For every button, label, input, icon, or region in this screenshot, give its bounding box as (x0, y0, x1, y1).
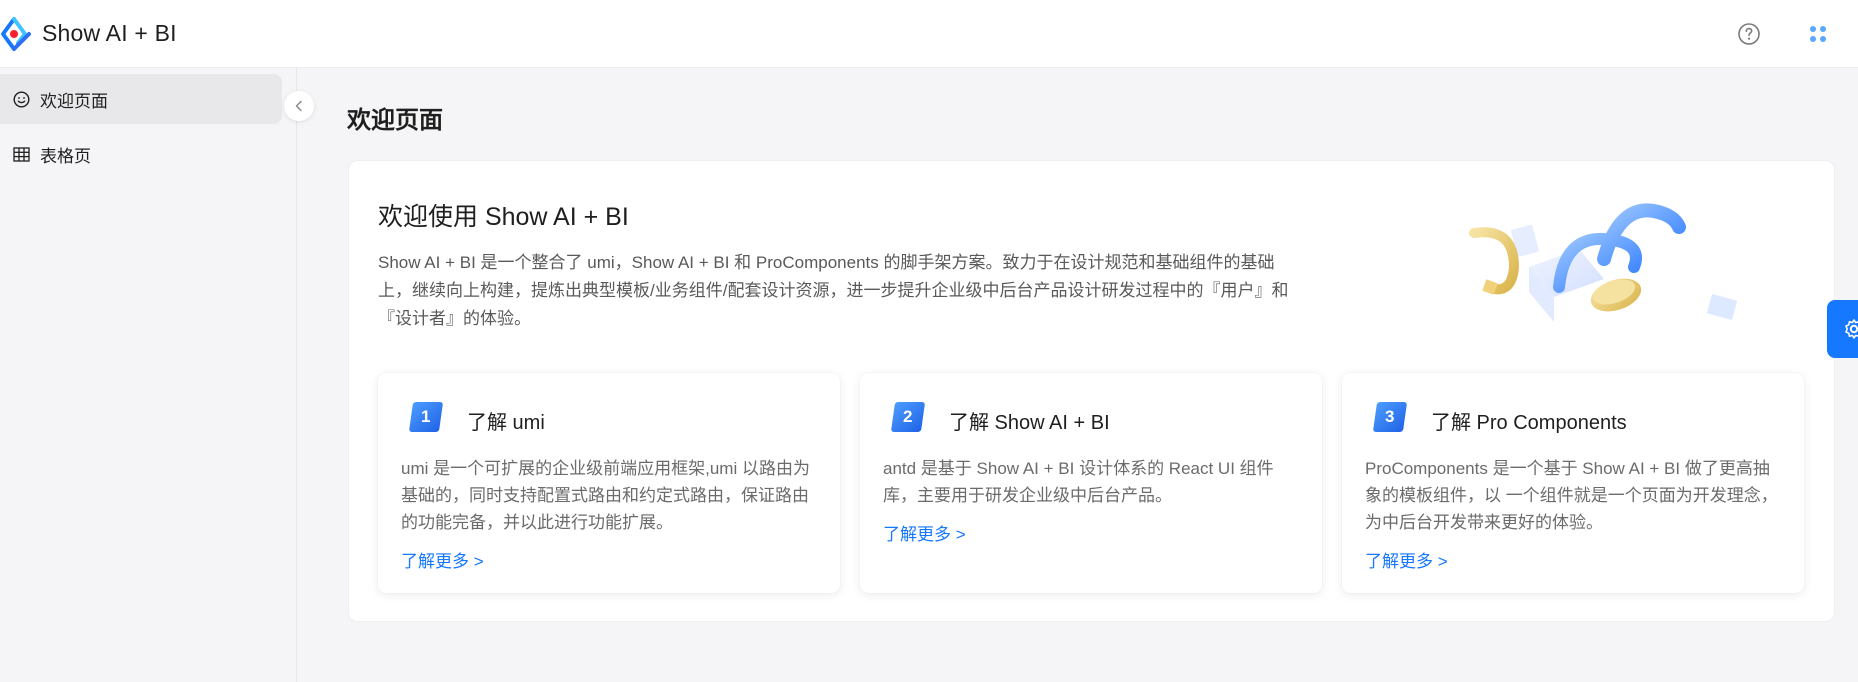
feature-card-umi: 1 了解 umi umi 是一个可扩展的企业级前端应用框架,umi 以路由为基础… (378, 373, 840, 593)
gear-icon (1845, 319, 1858, 339)
chevron-left-icon (295, 100, 302, 112)
learn-more-link[interactable]: 了解更多 > (401, 547, 484, 572)
feature-description: umi 是一个可扩展的企业级前端应用框架,umi 以路由为基础的，同时支持配置式… (401, 459, 810, 532)
collapse-sidebar-button[interactable] (284, 91, 314, 121)
sidebar: 欢迎页面 表格页 (0, 68, 297, 682)
welcome-card: 欢迎使用 Show AI + BI Show AI + BI 是一个整合了 um… (348, 160, 1835, 622)
sidebar-item-table[interactable]: 表格页 (0, 129, 282, 179)
feature-title: 了解 Pro Components (1431, 412, 1627, 434)
learn-more-link[interactable]: 了解更多 > (1365, 547, 1448, 572)
feature-index-badge: 2 (890, 402, 926, 432)
feature-description: ProComponents 是一个基于 Show AI + BI 做了更高抽象的… (1365, 459, 1778, 532)
table-icon (12, 145, 30, 163)
app-title: Show AI + BI (42, 20, 177, 46)
welcome-illustration-icon (1469, 203, 1738, 322)
logo-icon[interactable] (0, 16, 34, 52)
top-header: Show AI + BI (0, 0, 1858, 68)
page-title: 欢迎页面 (347, 107, 443, 134)
welcome-description: Show AI + BI 是一个整合了 umi，Show AI + BI 和 P… (378, 253, 1289, 328)
feature-index-badge: 1 (408, 402, 444, 432)
settings-drawer-button[interactable] (1827, 300, 1858, 358)
sidebar-item-welcome[interactable]: 欢迎页面 (0, 74, 282, 124)
feature-card-pro-components: 3 了解 Pro Components ProComponents 是一个基于 … (1342, 373, 1804, 593)
feature-title: 了解 umi (467, 412, 545, 434)
feature-index-badge: 3 (1372, 402, 1408, 432)
sidebar-item-label: 表格页 (40, 146, 91, 166)
feature-title: 了解 Show AI + BI (949, 412, 1110, 434)
sidebar-item-label: 欢迎页面 (40, 91, 108, 111)
smile-icon (12, 90, 30, 108)
welcome-heading: 欢迎使用 Show AI + BI (378, 203, 629, 231)
feature-card-show-ai-bi: 2 了解 Show AI + BI antd 是基于 Show AI + BI … (860, 373, 1322, 593)
question-circle-icon[interactable] (1737, 22, 1761, 46)
learn-more-link[interactable]: 了解更多 > (883, 520, 966, 545)
feature-description: antd 是基于 Show AI + BI 设计体系的 React UI 组件库… (883, 459, 1274, 505)
apps-grid-icon[interactable] (1806, 22, 1830, 46)
